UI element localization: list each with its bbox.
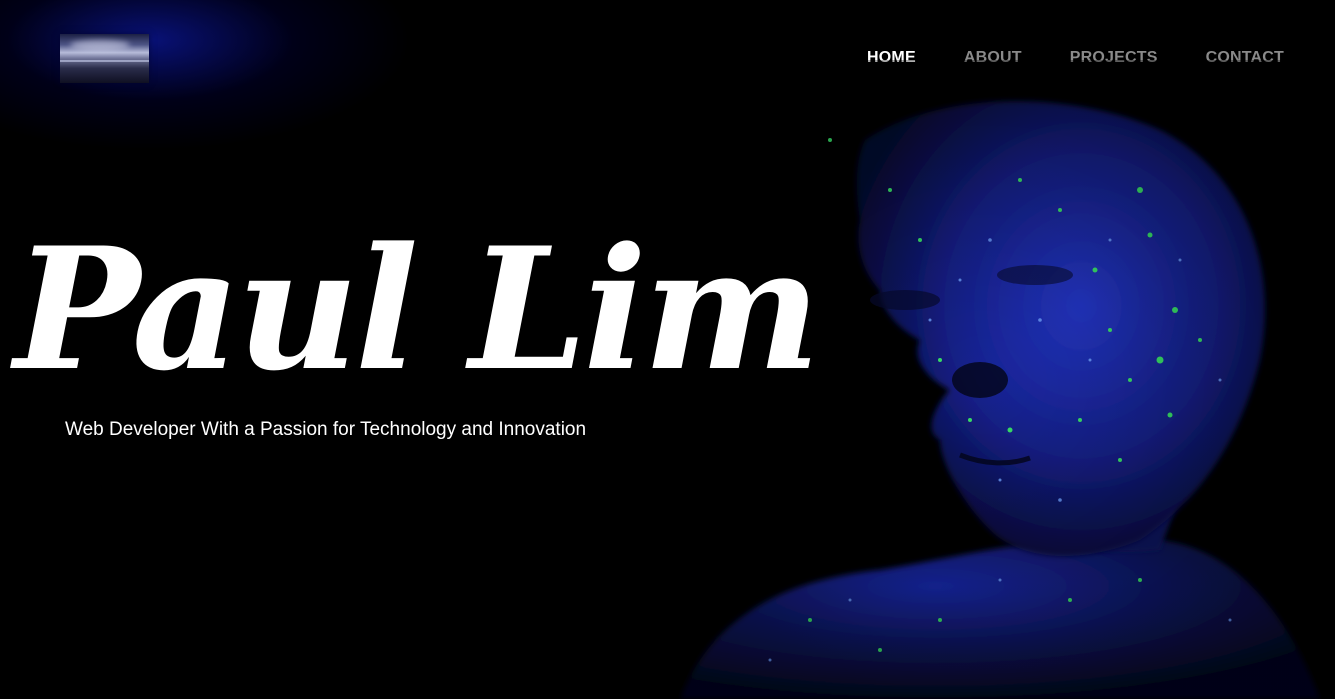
hero-tagline: Web Developer With a Passion for Technol… — [65, 419, 587, 440]
logo-image[interactable] — [60, 34, 149, 83]
hero-page: HOME ABOUT PROJECTS CONTACT Paul Lim Web… — [0, 0, 1335, 699]
hero-name-title: Paul Lim — [14, 210, 821, 408]
